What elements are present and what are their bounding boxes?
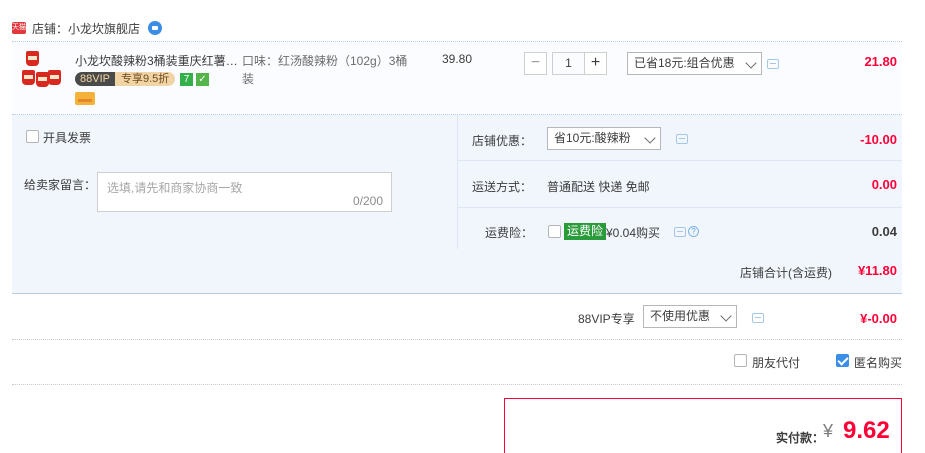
memo-input[interactable]: 选填,请先和商家协商一致 0/200: [97, 172, 392, 212]
promo-select-value: 已省18元:组合优惠: [634, 56, 735, 70]
insurance-label: 运费险：: [485, 226, 534, 240]
cart-item-row: 小龙坎酸辣粉3桶装重庆红薯粉丝 88VIP 专享9.5折 7 ✓ 口味：红汤酸辣…: [12, 41, 902, 114]
insurance-amount: 0.04: [871, 224, 897, 239]
insurance-checkbox[interactable]: [548, 225, 561, 238]
chevron-down-icon: [644, 132, 656, 144]
message-icon[interactable]: [752, 313, 764, 323]
insurance-tag: 运费险: [564, 223, 607, 240]
anonymous-label: 匿名购买: [854, 356, 903, 370]
product-cup-image: [26, 51, 39, 66]
anonymous-checkbox[interactable]: [836, 354, 849, 367]
qty-minus-button[interactable]: −: [524, 52, 547, 75]
payment-summary-box: 实付款： ¥ 9.62: [504, 398, 902, 453]
store-label: 店铺：: [32, 21, 69, 36]
message-icon[interactable]: [676, 134, 688, 144]
memo-label: 给卖家留言：: [24, 178, 97, 192]
payment-label: 实付款：: [776, 431, 825, 445]
chevron-down-icon: [720, 310, 732, 322]
memo-placeholder: 选填,请先和商家协商一致: [107, 181, 243, 195]
guarantee-icon: ✓: [196, 73, 209, 86]
invoice-label: 开具发票: [43, 131, 92, 145]
qty-input[interactable]: 1: [552, 52, 585, 75]
product-title-link[interactable]: 小龙坎酸辣粉3桶装重庆红薯粉丝: [75, 52, 240, 69]
message-icon[interactable]: [674, 227, 686, 237]
vip-tag-left: 88VIP: [75, 72, 115, 86]
quantity-stepper: − 1 +: [524, 52, 607, 75]
product-cup-image: [22, 70, 35, 85]
currency-symbol: ¥: [823, 421, 834, 441]
chat-icon[interactable]: [148, 21, 163, 35]
seven-day-return-icon: 7: [180, 73, 193, 86]
store-discount-amount: -10.00: [860, 132, 897, 147]
order-service-panel: 开具发票 给卖家留言： 选填,请先和商家协商一致 0/200 店铺优惠： 省10…: [12, 114, 902, 250]
divider: [457, 115, 458, 250]
item-subtotal: 21.80: [864, 54, 897, 69]
product-thumbnail[interactable]: [22, 51, 62, 91]
store-header: 天猫 店铺： 小龙坎旗舰店: [12, 18, 163, 38]
store-discount-label: 店铺优惠：: [472, 134, 533, 148]
divider: [458, 207, 902, 208]
store-total-row: 店铺合计(含运费) ¥11.80: [12, 249, 902, 294]
sku-text: 口味：红汤酸辣粉（102g）3桶装: [242, 54, 408, 86]
insurance-price: ¥0.04购买: [606, 226, 661, 240]
memo-char-count: 0/200: [352, 194, 383, 208]
card-payment-icon: [75, 92, 95, 105]
vip-discount-amount: ¥-0.00: [860, 311, 897, 326]
vip-discount-row: 88VIP专享 不使用优惠 ¥-0.00: [12, 295, 902, 340]
qty-plus-button[interactable]: +: [584, 52, 607, 75]
vip-discount-select-value: 不使用优惠: [650, 309, 711, 323]
store-total-amount: ¥11.80: [857, 263, 897, 278]
product-cup-image: [48, 70, 61, 85]
vip-tag-right: 专享9.5折: [114, 72, 176, 86]
shipping-value: 普通配送 快递 免邮: [547, 180, 650, 194]
help-icon[interactable]: ?: [688, 226, 699, 237]
payment-amount: 9.62: [843, 417, 890, 444]
store-discount-select-value: 省10元:酸辣粉: [554, 131, 631, 145]
promo-select[interactable]: 已省18元:组合优惠: [627, 52, 762, 75]
chevron-down-icon: [745, 57, 757, 69]
shipping-label: 运送方式：: [472, 180, 533, 194]
store-name-link[interactable]: 小龙坎旗舰店: [68, 20, 140, 37]
message-icon[interactable]: [767, 59, 779, 69]
store-discount-select[interactable]: 省10元:酸辣粉: [547, 127, 661, 150]
invoice-checkbox[interactable]: [26, 130, 39, 143]
vip-discount-select[interactable]: 不使用优惠: [643, 305, 737, 328]
divider: [458, 160, 902, 161]
vip-discount-tag: 88VIP 专享9.5折: [75, 72, 176, 86]
tmall-logo-icon: 天猫: [12, 22, 26, 34]
friend-pay-checkbox[interactable]: [734, 354, 747, 367]
unit-price: 39.80: [442, 52, 473, 66]
friend-pay-label: 朋友代付: [752, 356, 801, 370]
purchase-options-row: 朋友代付 匿名购买: [12, 340, 902, 385]
shipping-amount: 0.00: [871, 177, 897, 192]
vip-discount-label: 88VIP专享: [578, 312, 635, 326]
